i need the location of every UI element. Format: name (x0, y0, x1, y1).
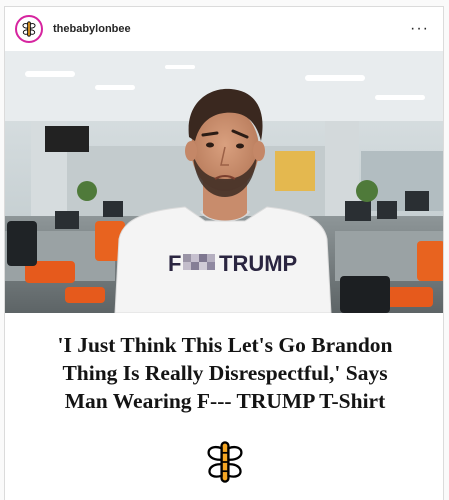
post-image: F TRUMP (5, 51, 443, 313)
brand-logo (5, 439, 443, 485)
headline: 'I Just Think This Let's Go Brandon Thin… (5, 331, 443, 415)
bee-logo-icon (18, 18, 40, 40)
post-header: thebabylonbee ··· (5, 7, 443, 51)
profile-avatar[interactable] (15, 15, 43, 43)
headline-line: Thing Is Really Disrespectful,' Says (62, 361, 388, 385)
headline-line: 'I Just Think This Let's Go Brandon (57, 333, 393, 357)
shirt-text-main: TRUMP (219, 251, 297, 276)
shirt-text-prefix: F (168, 251, 181, 276)
more-options-icon[interactable]: ··· (406, 21, 433, 37)
username-link[interactable]: thebabylonbee (53, 23, 406, 35)
headline-line: Man Wearing F--- TRUMP T-Shirt (64, 389, 386, 413)
instagram-post: thebabylonbee ··· F TRUMP 'I Just Think … (4, 6, 444, 500)
censor-pixel-block (183, 254, 215, 270)
bee-logo-icon (207, 441, 243, 483)
